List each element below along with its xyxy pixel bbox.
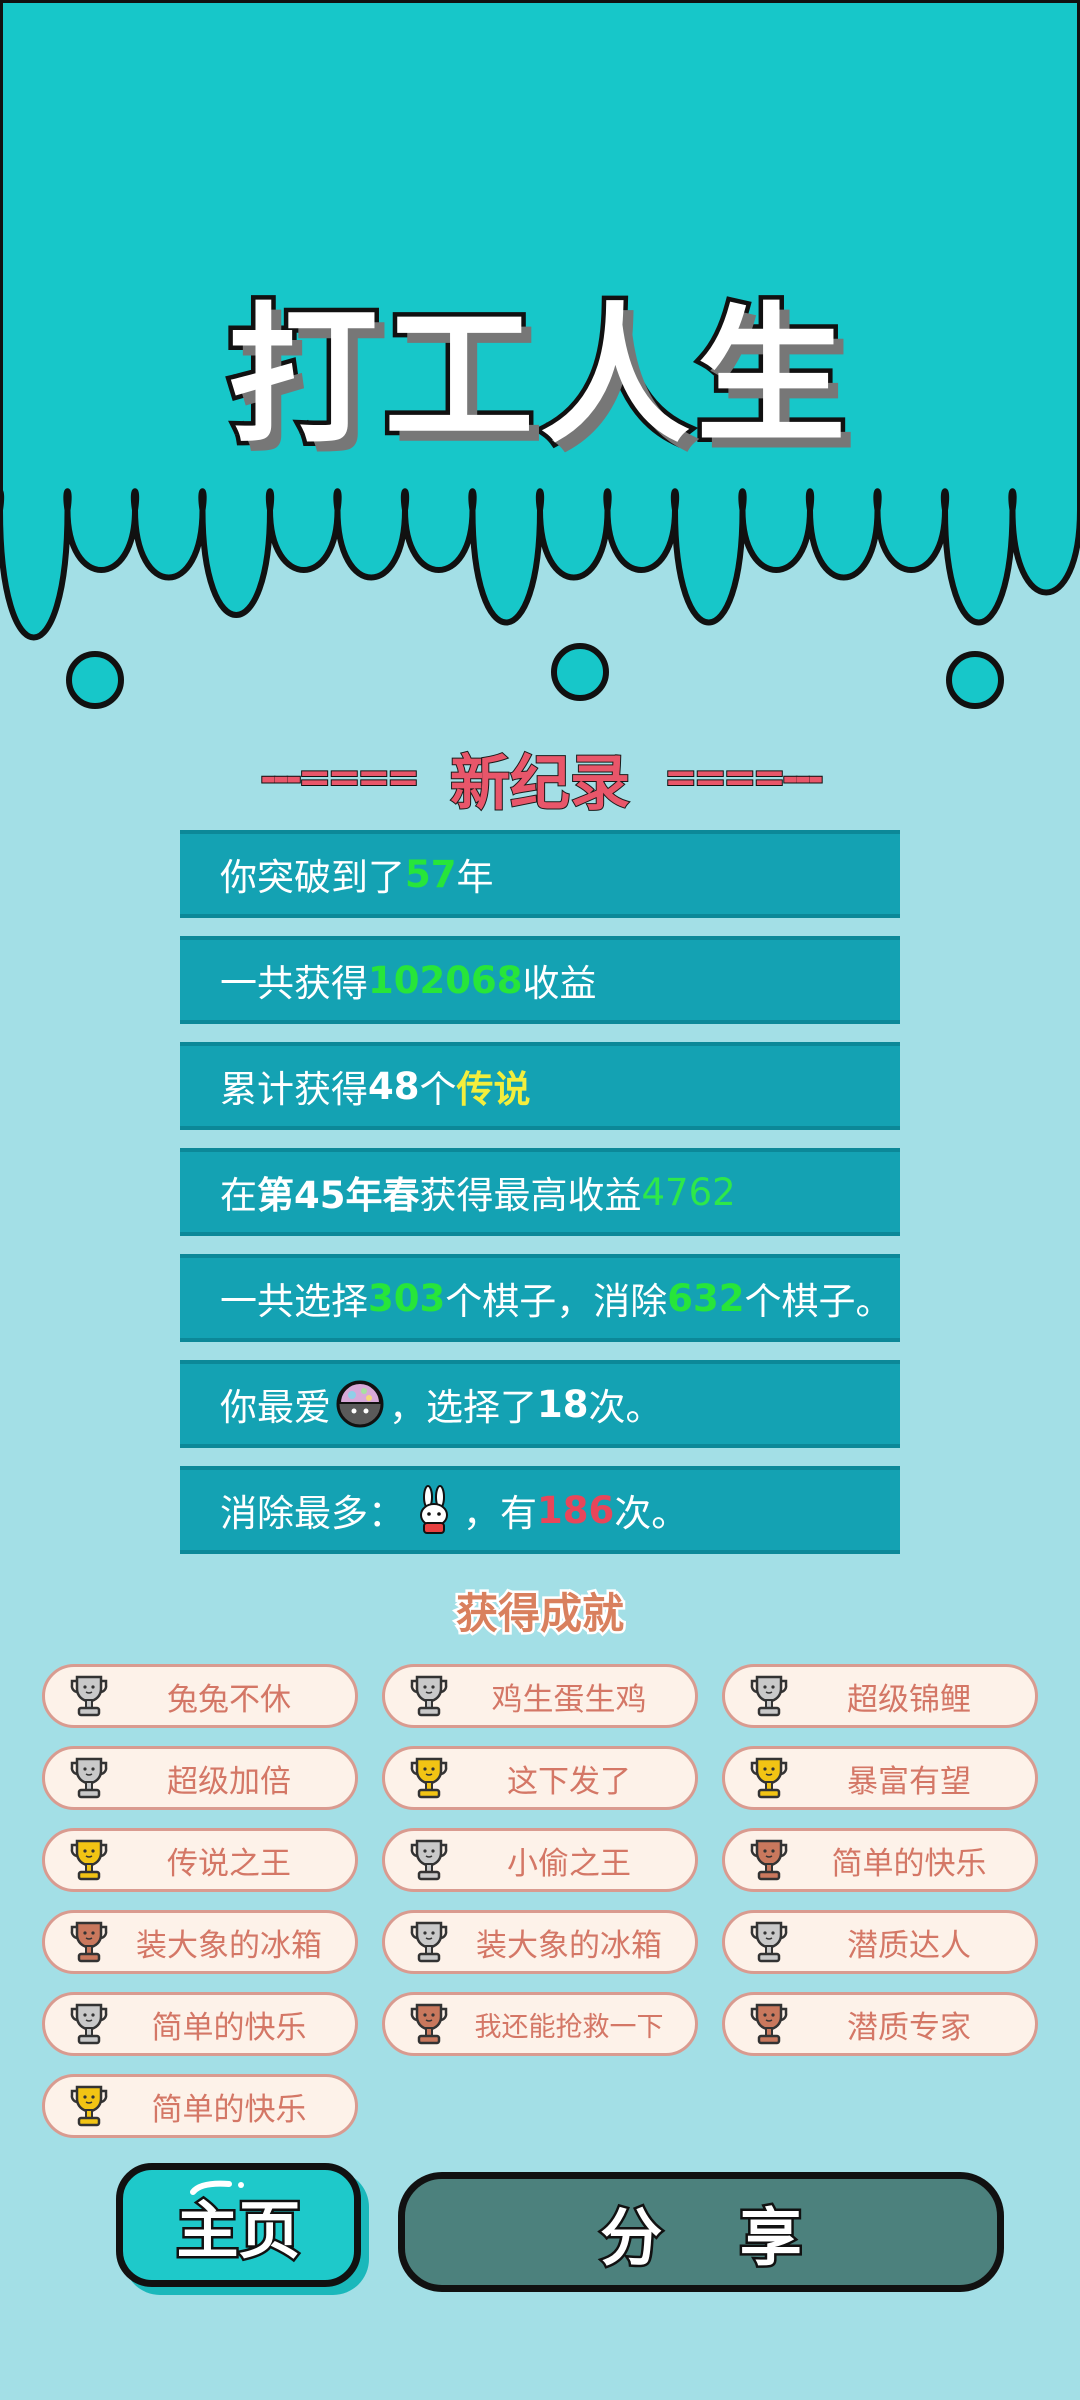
- stat-income-row: 一共获得 102068 收益: [180, 936, 900, 1024]
- game-title: 打工人生: [223, 286, 852, 469]
- stat-most-removed-row: 消除最多： ，有 186 次。: [180, 1466, 900, 1554]
- stat-legend-row: 累计获得 48 个传说: [180, 1042, 900, 1130]
- trophy-icon: [70, 2003, 108, 2045]
- achievement-label: 超级加倍: [167, 1763, 291, 1800]
- achievement-badge[interactable]: 这下发了: [382, 1746, 698, 1810]
- achievements-grid: 兔兔不休 鸡生蛋生鸡 超级锦鲤 超级加倍 这下发了 暴富有望 传说之王 小偷之王 简单的快乐 装大…: [42, 1664, 1042, 2138]
- achievement-label: 潜质达人: [847, 1927, 971, 1964]
- stat-text: 个棋子。: [744, 1280, 893, 1323]
- achievement-badge[interactable]: 简单的快乐: [722, 1828, 1038, 1892]
- stats-list: 你突破到了 57 年 一共获得 102068 收益 累计获得 48 个传说 在 第45年春 …: [180, 830, 900, 1572]
- stat-legend-highlight: 传说: [456, 1068, 531, 1111]
- achievement-label: 简单的快乐: [151, 2009, 307, 2046]
- achievement-badge[interactable]: 装大象的冰箱: [382, 1910, 698, 1974]
- stat-text: 一共获得: [220, 962, 368, 1005]
- trophy-icon: [70, 1675, 108, 1717]
- achievement-label: 简单的快乐: [831, 1845, 987, 1882]
- stat-best-row: 在 第45年春 获得最高收益 4762: [180, 1148, 900, 1236]
- trophy-icon: [410, 1757, 448, 1799]
- stat-most-removed-count: 186: [537, 1488, 615, 1532]
- record-right-decoration: ====---: [663, 754, 825, 802]
- stat-text: 累计获得: [220, 1068, 368, 1111]
- achievement-badge[interactable]: 潜质专家: [722, 1992, 1038, 2056]
- stat-text: 收益: [522, 962, 597, 1005]
- achievement-label: 超级锦鲤: [847, 1681, 971, 1718]
- share-button[interactable]: 分 享: [398, 2172, 1004, 2292]
- achievement-badge[interactable]: 小偷之王: [382, 1828, 698, 1892]
- stat-pieces-chosen: 303: [368, 1276, 446, 1320]
- stat-years-row: 你突破到了 57 年: [180, 830, 900, 918]
- achievement-badge[interactable]: 传说之王: [42, 1828, 358, 1892]
- achievement-badge[interactable]: 鸡生蛋生鸡: [382, 1664, 698, 1728]
- stat-text: ，选择了: [389, 1386, 537, 1429]
- stat-text: 个棋子，消除: [445, 1280, 668, 1323]
- achievement-label: 小偷之王: [507, 1845, 631, 1882]
- home-button[interactable]: 主页: [116, 2163, 361, 2287]
- trophy-icon: [750, 1757, 788, 1799]
- stat-text: 你最爱: [220, 1386, 331, 1429]
- stat-favorite-count: 18: [537, 1382, 589, 1426]
- stat-text: 次。: [588, 1386, 663, 1429]
- stat-pieces-removed: 632: [667, 1276, 745, 1320]
- achievement-label: 简单的快乐: [151, 2091, 307, 2128]
- stat-pieces-row: 一共选择 303 个棋子，消除 632 个棋子。: [180, 1254, 900, 1342]
- achievement-label: 暴富有望: [847, 1763, 971, 1800]
- achievement-badge[interactable]: 超级锦鲤: [722, 1664, 1038, 1728]
- stat-income-value: 102068: [368, 958, 523, 1002]
- achievement-badge[interactable]: 潜质达人: [722, 1910, 1038, 1974]
- achievements-title: 获得成就: [453, 1587, 626, 1641]
- stat-text: 次。: [614, 1492, 689, 1535]
- stat-text: 在: [220, 1174, 257, 1217]
- trophy-icon: [410, 2003, 448, 2045]
- drip-drop: [946, 651, 1004, 709]
- stat-text: 年: [456, 856, 494, 899]
- drip-drop: [551, 643, 609, 701]
- trophy-icon: [70, 1921, 108, 1963]
- trophy-icon: [70, 1757, 108, 1799]
- stat-legend-value: 48: [368, 1064, 420, 1108]
- trophy-icon: [70, 2085, 108, 2127]
- trophy-icon: [410, 1839, 448, 1881]
- robot-ball-icon: [336, 1380, 384, 1428]
- achievement-label: 传说之王: [167, 1845, 291, 1882]
- achievement-label: 兔兔不休: [167, 1681, 291, 1718]
- stat-text: 你突破到了: [220, 856, 405, 899]
- button-gloss-decoration: [190, 2180, 244, 2195]
- stat-text: 消除最多：: [220, 1492, 405, 1535]
- achievement-label: 潜质专家: [847, 2009, 971, 2046]
- stat-best-season: 第45年春: [257, 1174, 420, 1217]
- achievement-label: 我还能抢救一下: [474, 2011, 664, 2043]
- achievement-label: 装大象的冰箱: [476, 1927, 662, 1964]
- achievement-badge[interactable]: 装大象的冰箱: [42, 1910, 358, 1974]
- trophy-icon: [750, 1839, 788, 1881]
- achievement-badge[interactable]: 简单的快乐: [42, 2074, 358, 2138]
- rabbit-icon: [420, 1485, 448, 1534]
- achievement-badge[interactable]: 暴富有望: [722, 1746, 1038, 1810]
- stat-years-value: 57: [405, 852, 457, 896]
- trophy-icon: [750, 1675, 788, 1717]
- achievement-badge[interactable]: 兔兔不休: [42, 1664, 358, 1728]
- record-title: 新纪录: [449, 748, 631, 820]
- share-button-label: 分 享: [598, 2199, 830, 2277]
- trophy-icon: [750, 1921, 788, 1963]
- achievement-label: 装大象的冰箱: [136, 1927, 322, 1964]
- trophy-icon: [410, 1675, 448, 1717]
- stat-text: 获得最高收益: [419, 1174, 642, 1217]
- achievement-badge[interactable]: 简单的快乐: [42, 1992, 358, 2056]
- trophy-icon: [750, 2003, 788, 2045]
- stat-text: 一共选择: [220, 1280, 368, 1323]
- trophy-icon: [410, 1921, 448, 1963]
- stat-text: 个: [419, 1068, 457, 1111]
- stat-text: ，有: [463, 1492, 537, 1535]
- achievement-label: 这下发了: [507, 1763, 631, 1800]
- record-left-decoration: ---====: [259, 754, 421, 802]
- record-header: ---==== 新纪录 ====---: [0, 738, 1080, 820]
- achievement-badge[interactable]: 超级加倍: [42, 1746, 358, 1810]
- achievement-label: 鸡生蛋生鸡: [491, 1681, 647, 1718]
- stat-favorite-row: 你最爱 ，选择了 18 次。: [180, 1360, 900, 1448]
- trophy-icon: [70, 1839, 108, 1881]
- achievement-badge[interactable]: 我还能抢救一下: [382, 1992, 698, 2056]
- drip-drop: [66, 651, 124, 709]
- stat-best-value: 4762: [641, 1170, 736, 1214]
